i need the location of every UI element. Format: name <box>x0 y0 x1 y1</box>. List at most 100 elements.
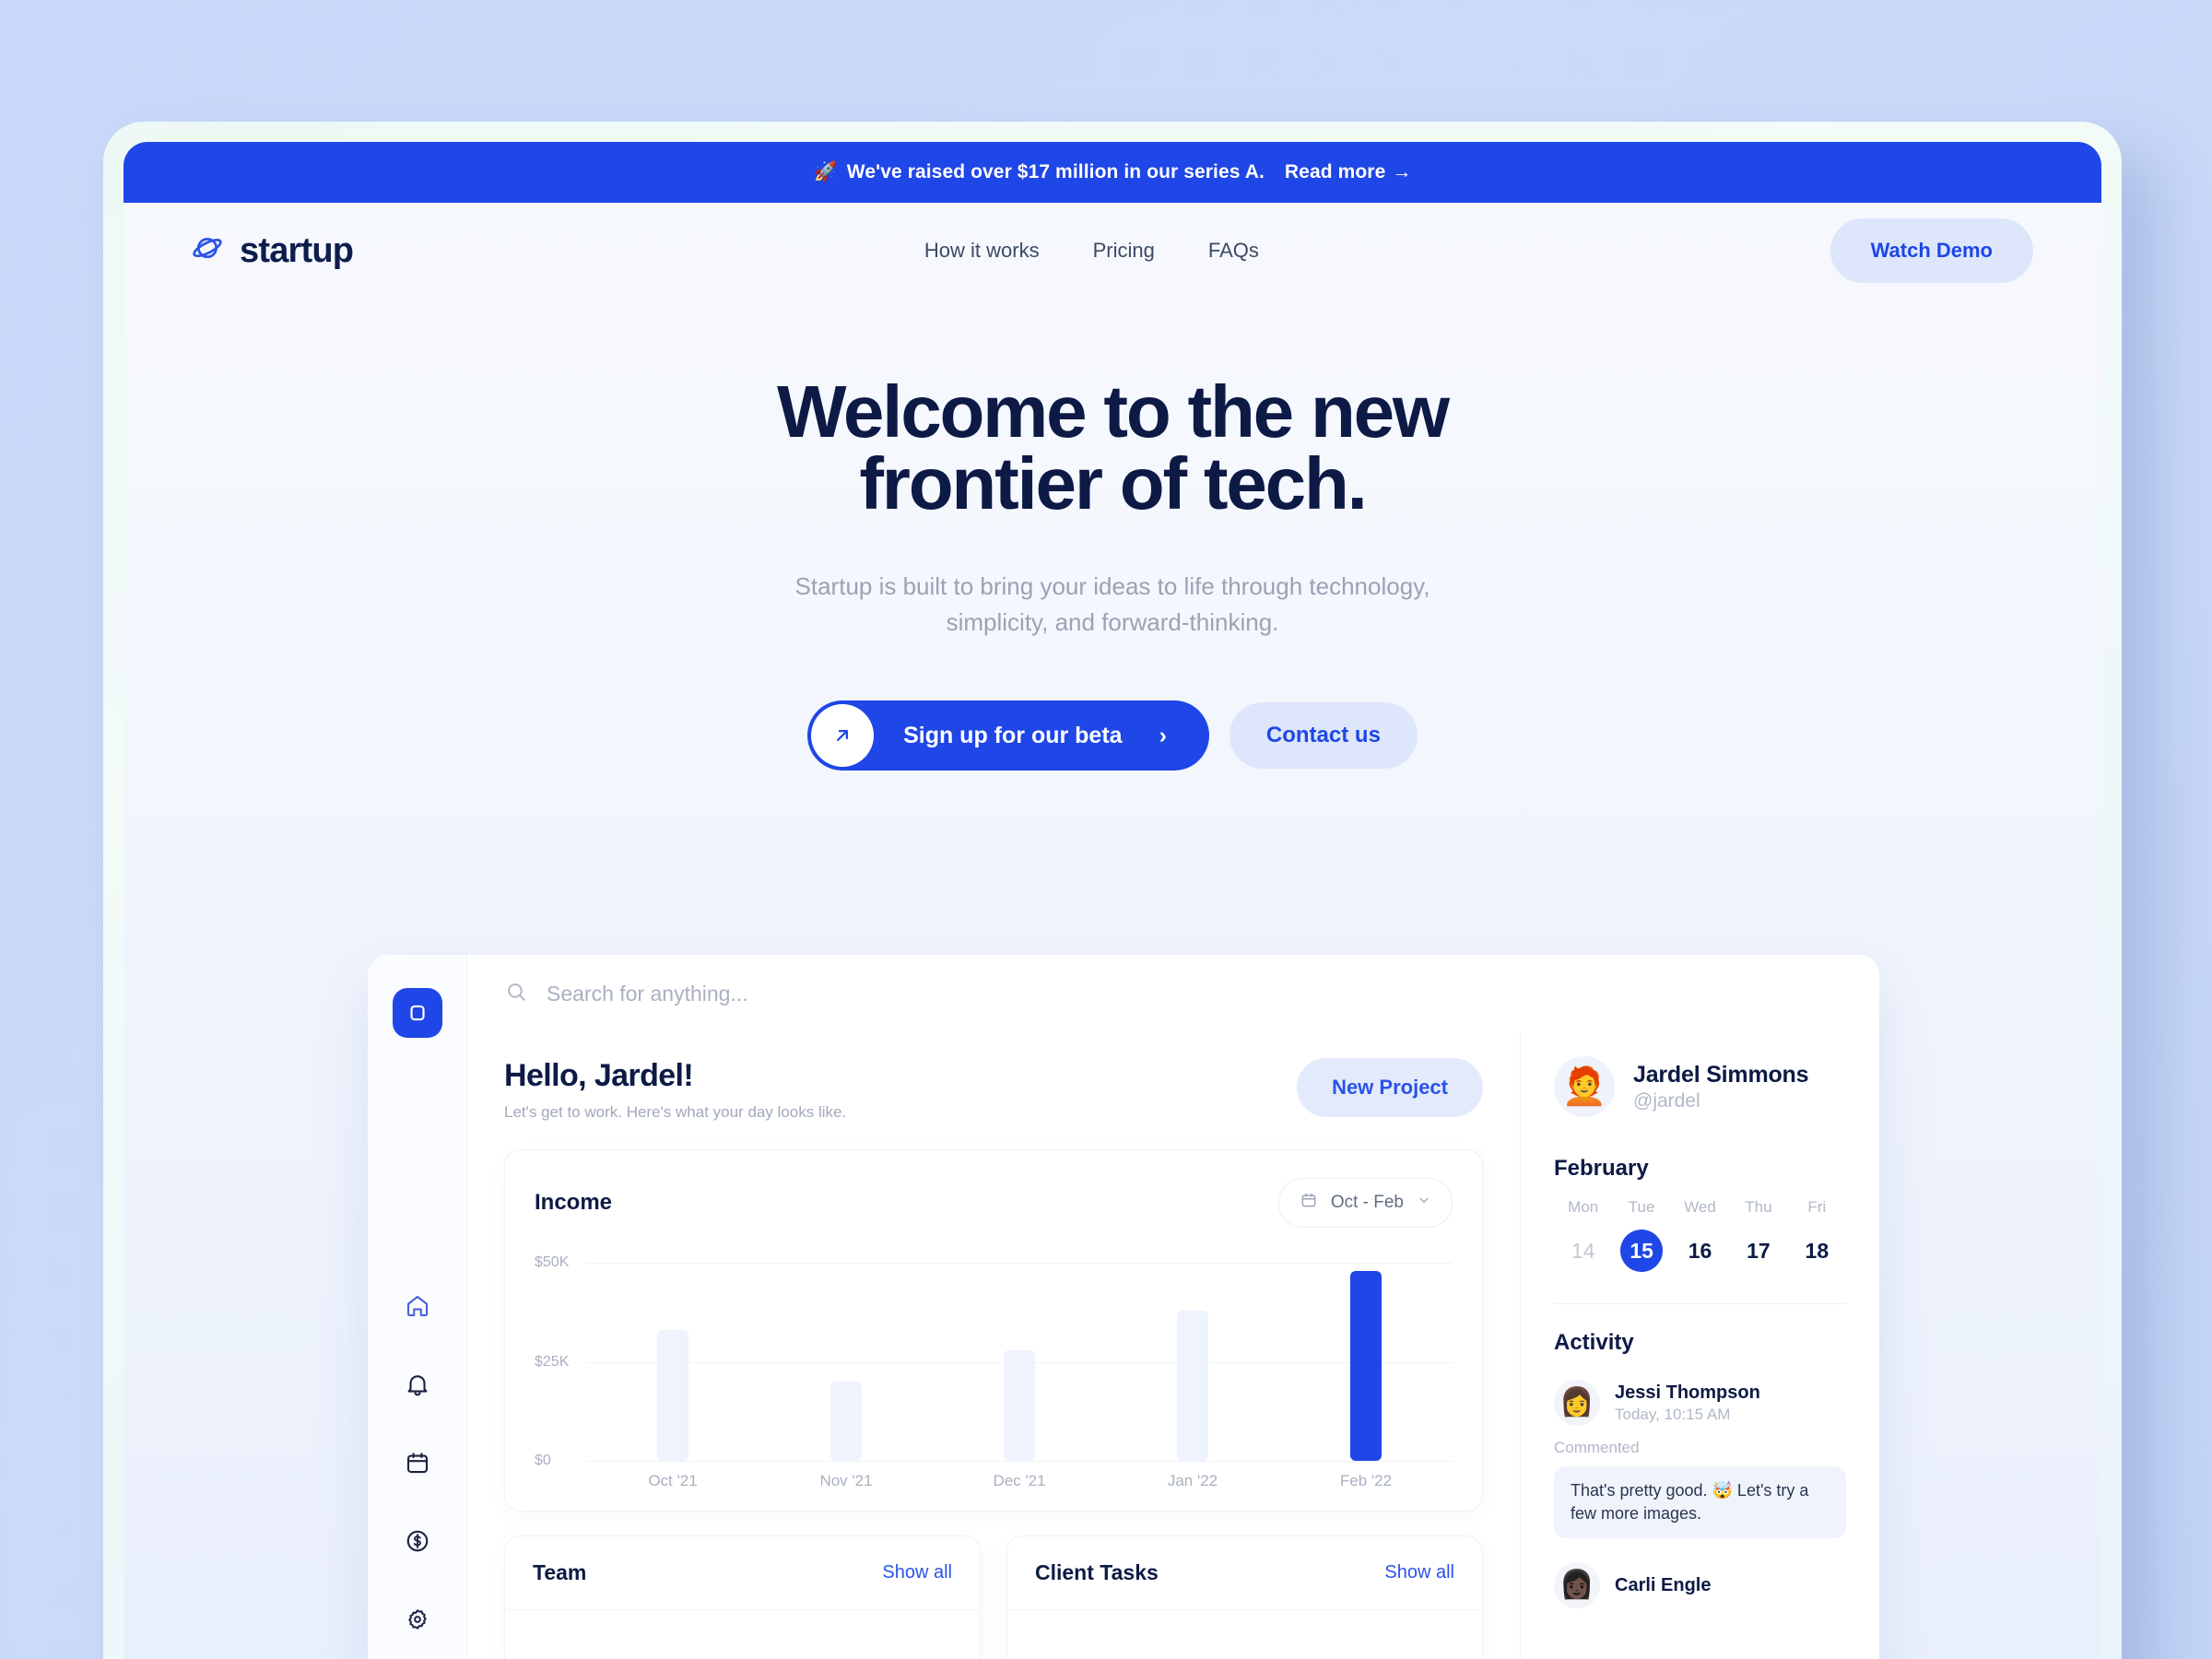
hero-subtitle-line-1: Startup is built to bring your ideas to … <box>794 572 1430 601</box>
announcement-banner: 🚀 We've raised over $17 million in our s… <box>124 142 2101 203</box>
nav-link-how-it-works[interactable]: How it works <box>924 239 1040 263</box>
brand-name: startup <box>240 230 354 270</box>
watch-demo-button[interactable]: Watch Demo <box>1830 218 2033 283</box>
activity-timestamp: Today, 10:15 AM <box>1615 1405 1731 1423</box>
calendar-day-number[interactable]: 14 <box>1562 1230 1605 1272</box>
hero-title-line-1: Welcome to the new <box>777 371 1450 453</box>
hero-subtitle-line-2: simplicity, and forward-thinking. <box>946 607 1279 636</box>
avatar[interactable]: 🧑‍🦰 <box>1554 1056 1615 1117</box>
signup-beta-button[interactable]: Sign up for our beta › <box>807 700 1209 771</box>
hero-title-line-2: frontier of tech. <box>859 441 1367 524</box>
calendar-day-number[interactable]: 15 <box>1620 1230 1664 1272</box>
chart-bar-slot <box>933 1263 1106 1461</box>
arrow-right-icon: → <box>1392 161 1412 182</box>
search-icon <box>504 980 528 1008</box>
sidebar-item-settings[interactable] <box>404 1606 431 1638</box>
nav-link-faqs[interactable]: FAQs <box>1208 239 1259 263</box>
dashboard-sidebar <box>368 955 467 1659</box>
brand-logo[interactable]: startup <box>190 230 354 271</box>
profile-handle: @jardel <box>1633 1089 1700 1112</box>
chart-bar-slot <box>586 1263 759 1461</box>
sidebar-item-home[interactable] <box>404 1292 431 1324</box>
activity-item-header: 👩 Jessi Thompson Today, 10:15 AM <box>1554 1380 1846 1426</box>
chart-bar-slot <box>759 1263 933 1461</box>
dashboard-center-column: Hello, Jardel! Let's get to work. Here's… <box>467 1032 1520 1659</box>
client-tasks-show-all-link[interactable]: Show all <box>1384 1562 1454 1583</box>
chevron-down-icon <box>1417 1193 1431 1213</box>
signup-beta-label: Sign up for our beta <box>903 722 1123 748</box>
activity-item[interactable]: 👩 Jessi Thompson Today, 10:15 AM Comment… <box>1554 1380 1846 1539</box>
hero-cta-group: Sign up for our beta › Contact us <box>124 700 2101 771</box>
search-input[interactable]: Search for anything... <box>547 982 748 1006</box>
calendar-day-name: Tue <box>1628 1198 1655 1216</box>
team-card: Team Show all <box>504 1535 981 1659</box>
chart-x-tick-label: Dec '21 <box>993 1472 1046 1489</box>
hero-title: Welcome to the new frontier of tech. <box>124 375 2101 521</box>
calendar-day[interactable]: Tue 15 <box>1612 1198 1670 1272</box>
sidebar-item-billing[interactable] <box>404 1527 431 1559</box>
income-card: Income Oct - Feb $0 $25K $50K Oct '21 No… <box>504 1149 1483 1512</box>
chart-bar[interactable] <box>1350 1270 1382 1461</box>
activity-title: Activity <box>1554 1330 1634 1355</box>
chart-bars <box>586 1263 1453 1461</box>
chart-bar-slot <box>1106 1263 1279 1461</box>
dashboard-right-panel: 🧑‍🦰 Jardel Simmons @jardel February Mon 1… <box>1520 1032 1879 1659</box>
sidebar-item-calendar[interactable] <box>404 1449 431 1481</box>
chart-x-tick-label: Feb '22 <box>1339 1472 1393 1489</box>
activity-author: Jessi Thompson <box>1615 1382 1760 1403</box>
team-card-body <box>505 1610 980 1659</box>
activity-verb: Commented <box>1554 1439 1640 1456</box>
calendar-month-title: February <box>1554 1156 1649 1181</box>
dashboard-preview: Search for anything... Hello, Jardel! Le… <box>368 955 1879 1659</box>
chart-bar[interactable] <box>657 1330 688 1461</box>
client-tasks-card-header: Client Tasks Show all <box>1007 1536 1482 1610</box>
nav-links: How it works Pricing FAQs <box>353 239 1830 263</box>
nav-link-pricing[interactable]: Pricing <box>1093 239 1155 263</box>
date-range-selector[interactable]: Oct - Feb <box>1277 1178 1453 1228</box>
chart-x-tick-label: Nov '21 <box>819 1472 873 1489</box>
greeting-subtitle: Let's get to work. Here's what your day … <box>504 1103 847 1121</box>
search-bar[interactable]: Search for anything... <box>467 955 1879 1032</box>
website-screen: 🚀 We've raised over $17 million in our s… <box>124 142 2101 1659</box>
new-project-button[interactable]: New Project <box>1297 1058 1483 1117</box>
calendar-day-name: Mon <box>1568 1198 1599 1216</box>
calendar-day[interactable]: Fri 18 <box>1788 1198 1846 1272</box>
read-more-label: Read more <box>1284 161 1386 182</box>
activity-avatar: 👩🏿 <box>1554 1562 1600 1609</box>
calendar-day-number[interactable]: 18 <box>1795 1230 1838 1272</box>
sidebar-nav <box>404 1292 431 1638</box>
app-logo-button[interactable] <box>392 988 442 1038</box>
team-card-title: Team <box>533 1560 587 1584</box>
calendar-day[interactable]: Thu 17 <box>1729 1198 1787 1272</box>
chart-y-tick-label: $25K <box>535 1353 570 1370</box>
calendar-week-strip: Mon 14 Tue 15 Wed 16 Thu 17 Fri 18 <box>1554 1198 1846 1272</box>
chart-x-tick-label: Jan '22 <box>1167 1472 1218 1489</box>
read-more-link[interactable]: Read more → <box>1285 161 1412 183</box>
activity-meta: Carli Engle <box>1615 1575 1711 1596</box>
activity-item[interactable]: 👩🏿 Carli Engle <box>1554 1562 1846 1609</box>
sidebar-item-notifications[interactable] <box>404 1371 431 1403</box>
income-card-header: Income Oct - Feb <box>535 1178 1453 1228</box>
calendar-day[interactable]: Wed 16 <box>1671 1198 1729 1272</box>
chart-gridline <box>586 1461 1453 1462</box>
calendar-day-name: Thu <box>1745 1198 1772 1216</box>
calendar-day-number[interactable]: 17 <box>1737 1230 1780 1272</box>
team-show-all-link[interactable]: Show all <box>882 1562 952 1583</box>
income-bar-chart: $0 $25K $50K <box>535 1254 1453 1468</box>
client-tasks-card-body <box>1007 1610 1482 1659</box>
chart-bar[interactable] <box>1004 1349 1035 1461</box>
calendar-day[interactable]: Mon 14 <box>1554 1198 1612 1272</box>
arrow-up-right-icon <box>811 704 875 768</box>
hero-section: Welcome to the new frontier of tech. Sta… <box>124 299 2101 771</box>
profile-block: 🧑‍🦰 Jardel Simmons @jardel <box>1554 1056 1846 1117</box>
team-card-header: Team Show all <box>505 1536 980 1610</box>
profile-text: Jardel Simmons @jardel <box>1633 1061 1809 1112</box>
chart-bar[interactable] <box>830 1382 862 1461</box>
client-tasks-card: Client Tasks Show all <box>1006 1535 1483 1659</box>
contact-us-button[interactable]: Contact us <box>1229 702 1418 770</box>
calendar-day-number[interactable]: 16 <box>1679 1230 1722 1272</box>
date-range-label: Oct - Feb <box>1330 1193 1404 1212</box>
profile-name: Jardel Simmons <box>1633 1061 1809 1088</box>
device-frame: 🚀 We've raised over $17 million in our s… <box>103 122 2122 1659</box>
chart-bar[interactable] <box>1177 1310 1208 1461</box>
